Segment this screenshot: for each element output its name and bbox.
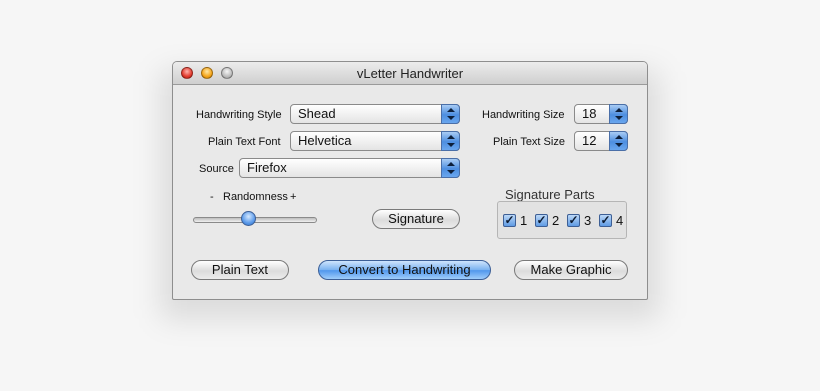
signature-part-2-checkbox[interactable]: ✓ [535, 214, 548, 227]
source-value: Firefox [247, 160, 287, 175]
handwriting-style-popup[interactable]: Shead [290, 104, 460, 124]
randomness-label: Randomness [223, 191, 288, 203]
popup-arrows-icon [441, 131, 460, 151]
handwriting-size-label: Handwriting Size [482, 109, 565, 121]
plain-text-size-popup[interactable]: 12 [574, 131, 628, 151]
handwriting-style-value: Shead [298, 106, 336, 121]
signature-part-3-checkbox[interactable]: ✓ [567, 214, 580, 227]
popup-arrows-icon [441, 158, 460, 178]
source-popup[interactable]: Firefox [239, 158, 460, 178]
plain-text-size-value: 12 [582, 133, 597, 148]
plain-text-font-popup[interactable]: Helvetica [290, 131, 460, 151]
popup-arrows-icon [441, 104, 460, 124]
plain-text-font-label: Plain Text Font [208, 136, 281, 148]
signature-part-2-label: 2 [552, 213, 560, 228]
convert-to-handwriting-button[interactable]: Convert to Handwriting [318, 260, 491, 280]
window-title: vLetter Handwriter [356, 66, 464, 81]
randomness-slider-knob[interactable] [241, 211, 256, 226]
handwriting-style-label: Handwriting Style [196, 109, 282, 121]
title-bar[interactable]: vLetter Handwriter [173, 62, 647, 85]
signature-part-1-label: 1 [520, 213, 528, 228]
signature-button[interactable]: Signature [372, 209, 460, 229]
signature-part-4-checkbox[interactable]: ✓ [599, 214, 612, 227]
randomness-minus-label: - [210, 191, 214, 203]
signature-parts-label: Signature Parts [505, 187, 595, 202]
plain-text-font-value: Helvetica [298, 133, 352, 148]
handwriting-size-value: 18 [582, 106, 597, 121]
source-label: Source [199, 163, 234, 175]
signature-part-4-label: 4 [616, 213, 624, 228]
handwriting-size-popup[interactable]: 18 [574, 104, 628, 124]
make-graphic-button[interactable]: Make Graphic [514, 260, 628, 280]
plain-text-button[interactable]: Plain Text [191, 260, 289, 280]
plain-text-size-label: Plain Text Size [493, 136, 565, 148]
popup-arrows-icon [609, 131, 628, 151]
signature-part-1-checkbox[interactable]: ✓ [503, 214, 516, 227]
randomness-plus-label: + [290, 191, 297, 203]
popup-arrows-icon [609, 104, 628, 124]
signature-part-3-label: 3 [584, 213, 592, 228]
